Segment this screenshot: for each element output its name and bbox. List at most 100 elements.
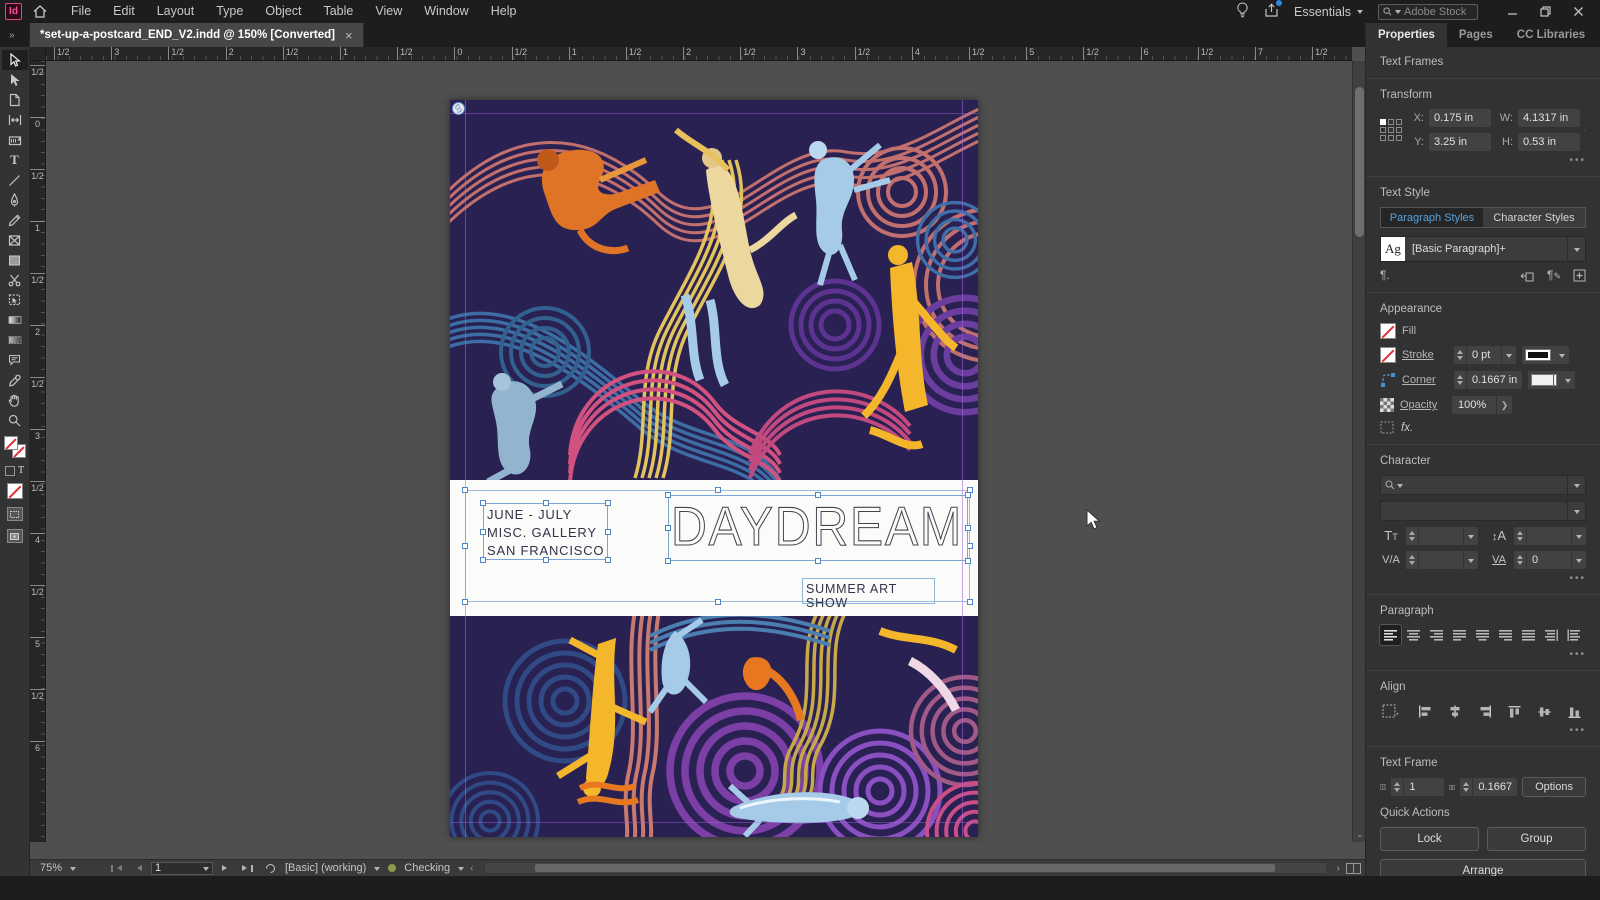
align-vertical-centers-button[interactable] bbox=[1535, 701, 1556, 721]
stroke-weight-value[interactable]: 0 pt bbox=[1467, 349, 1501, 361]
create-style-icon[interactable] bbox=[1573, 269, 1586, 282]
align-horizontal-centers-button[interactable] bbox=[1444, 701, 1465, 721]
apply-none-button[interactable] bbox=[6, 483, 23, 499]
menu-item[interactable]: Window bbox=[413, 0, 479, 23]
preflight-status-dropdown[interactable]: Checking bbox=[404, 862, 465, 874]
dock-collapse[interactable]: » bbox=[0, 23, 29, 47]
tracking-value[interactable]: 0 bbox=[1527, 554, 1571, 566]
title-text-frame[interactable]: DAYDREAM bbox=[665, 492, 971, 564]
workflow-status-dropdown[interactable]: [Basic] (working) bbox=[285, 862, 381, 874]
zoom-level-dropdown[interactable]: 75% bbox=[40, 862, 102, 874]
artwork-image-bottom[interactable] bbox=[450, 616, 978, 837]
corner-style-dropdown[interactable] bbox=[1528, 371, 1576, 389]
stroke-style-dropdown[interactable] bbox=[1522, 346, 1569, 364]
justify-last-right-button[interactable] bbox=[1495, 625, 1516, 645]
rectangle-tool[interactable] bbox=[2, 250, 28, 270]
paragraph-style-dropdown[interactable]: Ag [Basic Paragraph]+ bbox=[1380, 236, 1586, 262]
page-number-field[interactable]: 1 bbox=[151, 861, 213, 875]
linked-content-badge-icon[interactable] bbox=[452, 102, 465, 115]
vertical-scrollbar-thumb[interactable] bbox=[1355, 87, 1364, 237]
indesign-logo-icon[interactable]: Id bbox=[5, 3, 22, 20]
learn-bulb-icon[interactable] bbox=[1236, 2, 1249, 21]
justify-last-left-button[interactable] bbox=[1449, 625, 1470, 645]
panel-tab[interactable]: CC Libraries bbox=[1505, 23, 1597, 47]
screen-mode-normal-icon[interactable] bbox=[6, 507, 23, 521]
artwork-image-top[interactable] bbox=[450, 100, 978, 480]
transform-more-options-icon[interactable]: ••• bbox=[1380, 155, 1586, 166]
formatting-affects-container-icon[interactable] bbox=[4, 465, 15, 476]
subtitle-text-frame[interactable]: SUMMER ART SHOW bbox=[802, 578, 935, 610]
clear-overrides-icon[interactable]: ¶✎ bbox=[1547, 268, 1561, 282]
menu-item[interactable]: Type bbox=[205, 0, 254, 23]
first-page-button[interactable] bbox=[108, 864, 125, 872]
align-towards-spine-button[interactable] bbox=[1541, 625, 1562, 645]
gradient-swatch-tool[interactable] bbox=[2, 310, 28, 330]
horizontal-scrollbar-thumb[interactable] bbox=[534, 864, 1276, 872]
scissors-tool[interactable] bbox=[2, 270, 28, 290]
align-left-edges-button[interactable] bbox=[1414, 701, 1435, 721]
frame-tool[interactable] bbox=[2, 230, 28, 250]
share-icon[interactable] bbox=[1264, 0, 1283, 21]
panel-tab[interactable]: Properties bbox=[1366, 23, 1447, 47]
scroll-down-icon[interactable]: ⌄ bbox=[1356, 829, 1364, 840]
arrange-button[interactable]: Arrange bbox=[1380, 859, 1586, 876]
menu-item[interactable]: Table bbox=[312, 0, 364, 23]
align-to-dropdown[interactable] bbox=[1380, 701, 1401, 721]
y-field[interactable]: 3.25 in bbox=[1429, 133, 1491, 151]
search-input[interactable] bbox=[1404, 5, 1473, 18]
panel-tab[interactable]: Pages bbox=[1447, 23, 1505, 47]
page-tool[interactable] bbox=[2, 90, 28, 110]
leading-stepper[interactable] bbox=[1514, 527, 1586, 545]
align-right-edges-button[interactable] bbox=[1474, 701, 1495, 721]
hand-tool[interactable] bbox=[2, 390, 28, 410]
lock-button[interactable]: Lock bbox=[1380, 827, 1479, 851]
paragraph-more-options-icon[interactable]: ••• bbox=[1380, 649, 1586, 660]
screen-mode-preview-icon[interactable] bbox=[6, 529, 23, 543]
align-more-options-icon[interactable]: ••• bbox=[1380, 725, 1586, 736]
corner-radius-value[interactable]: 0.1667 in bbox=[1467, 374, 1522, 386]
document-tab[interactable]: *set-up-a-postcard_END_V2.indd @ 150% [C… bbox=[30, 23, 364, 47]
font-style-dropdown[interactable] bbox=[1380, 501, 1586, 521]
justify-all-button[interactable] bbox=[1518, 625, 1539, 645]
group-button[interactable]: Group bbox=[1487, 827, 1586, 851]
opacity-control[interactable]: 100% ❯ bbox=[1452, 396, 1512, 414]
vertical-scrollbar[interactable]: ⌄ bbox=[1352, 61, 1365, 842]
preflight-icon[interactable] bbox=[264, 861, 277, 875]
stroke-label[interactable]: Stroke bbox=[1402, 349, 1448, 361]
menu-item[interactable]: Layout bbox=[146, 0, 206, 23]
previous-page-button[interactable] bbox=[131, 865, 145, 871]
font-size-stepper[interactable] bbox=[1406, 527, 1478, 545]
scroll-right-icon[interactable]: › bbox=[1337, 863, 1340, 874]
stroke-weight-stepper[interactable]: 0 pt bbox=[1454, 346, 1516, 364]
zoom-tool[interactable] bbox=[2, 410, 28, 430]
content-collector-tool[interactable] bbox=[2, 130, 28, 150]
align-away-from-spine-button[interactable] bbox=[1564, 625, 1585, 645]
align-left-button[interactable] bbox=[1379, 624, 1402, 646]
menu-item[interactable]: Edit bbox=[102, 0, 146, 23]
close-button[interactable] bbox=[1573, 6, 1584, 17]
align-bottom-edges-button[interactable] bbox=[1565, 701, 1586, 721]
vertical-ruler[interactable]: 1/2 0 1/2 1 1/2 2 1/2 3 1/2 4 1/2 5 1/2 6 bbox=[30, 61, 46, 842]
last-page-button[interactable] bbox=[239, 864, 256, 872]
corner-label[interactable]: Corner bbox=[1402, 374, 1448, 386]
text-frame-options-button[interactable]: Options bbox=[1522, 777, 1586, 797]
canvas-pasteboard[interactable]: JUNE - JULY MISC. GALLERY SAN FRANCISCO bbox=[46, 61, 1352, 842]
stroke-color-swatch[interactable] bbox=[1380, 347, 1396, 363]
paragraph-mark-icon[interactable]: ¶. bbox=[1380, 268, 1390, 282]
justify-last-center-button[interactable] bbox=[1472, 625, 1493, 645]
corner-radius-stepper[interactable]: 0.1667 in bbox=[1454, 371, 1523, 389]
redefine-style-icon[interactable] bbox=[1520, 269, 1535, 282]
x-field[interactable]: 0.175 in bbox=[1429, 109, 1491, 127]
formatting-affects-text-icon[interactable]: T bbox=[18, 465, 24, 476]
constrain-proportions-icon[interactable] bbox=[1584, 123, 1586, 138]
gap-tool[interactable] bbox=[2, 110, 28, 130]
restore-button[interactable] bbox=[1540, 6, 1551, 17]
menu-item[interactable]: File bbox=[60, 0, 102, 23]
stock-search[interactable] bbox=[1378, 3, 1478, 20]
pencil-tool[interactable] bbox=[2, 210, 28, 230]
next-page-button[interactable] bbox=[219, 865, 233, 871]
gradient-feather-tool[interactable] bbox=[2, 330, 28, 350]
line-tool[interactable] bbox=[2, 170, 28, 190]
w-field[interactable]: 4.1317 in bbox=[1518, 109, 1580, 127]
reference-point-grid[interactable] bbox=[1380, 119, 1402, 141]
